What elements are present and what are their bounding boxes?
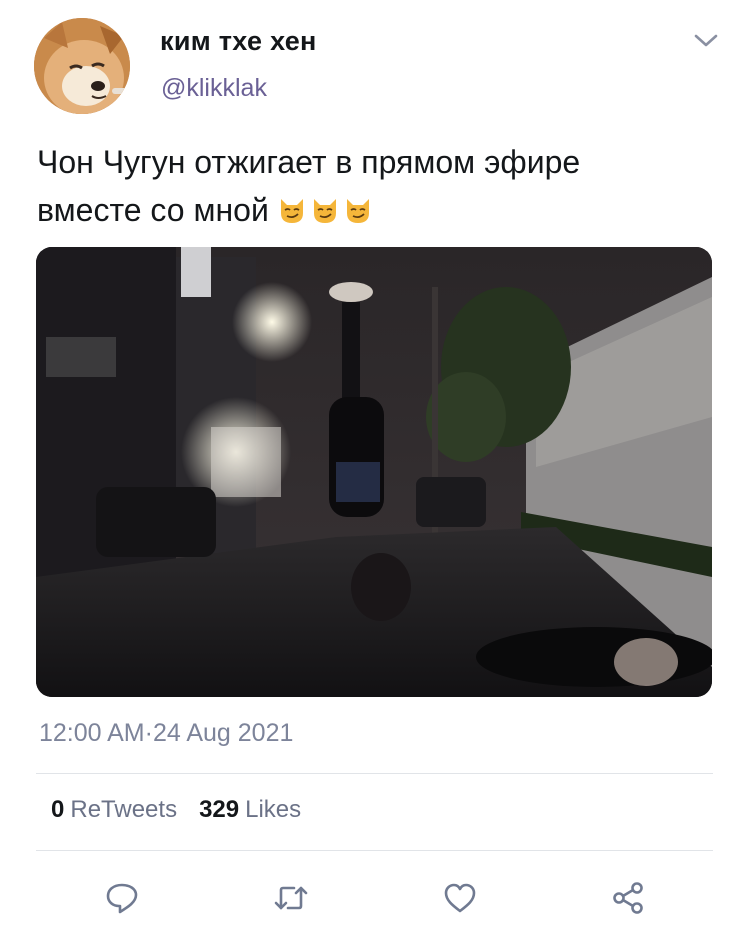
chevron-down-icon[interactable] (692, 30, 720, 52)
share-icon (613, 882, 643, 914)
emoji-group (277, 195, 373, 225)
tweet-photo[interactable] (36, 247, 712, 697)
tweet-text-line-1: Чон Чугун отжигает в прямом эфире (37, 144, 581, 180)
retweets-label[interactable]: ReTweets (70, 796, 177, 824)
avatar[interactable] (34, 18, 130, 114)
shiba-avatar-image (34, 18, 130, 114)
like-button[interactable] (438, 876, 482, 920)
retweets-count[interactable]: 0 (51, 796, 64, 824)
divider (36, 773, 713, 774)
tweet-text-line-2-content: вместе со мной (37, 192, 269, 228)
retweet-icon (274, 886, 308, 910)
tweet-stats: 0 ReTweets 329 Likes (51, 796, 301, 824)
share-button[interactable] (606, 876, 650, 920)
likes-count[interactable]: 329 (199, 796, 239, 824)
tweet-text-line-2: вместе со мной (37, 186, 717, 234)
likes-label[interactable]: Likes (245, 796, 301, 824)
tweet-timestamp[interactable]: 12:00 AM·24 Aug 2021 (39, 719, 293, 748)
smirking-cat-icon (313, 198, 336, 223)
user-handle[interactable]: @klikklak (161, 74, 267, 103)
display-name[interactable]: ким тхе хен (160, 26, 317, 57)
smirking-cat-icon (346, 198, 369, 223)
like-icon (444, 883, 476, 913)
retweet-button[interactable] (269, 876, 313, 920)
reply-icon (106, 883, 138, 914)
tweet-text: Чон Чугун отжигает в прямом эфире вместе… (37, 138, 717, 234)
reply-button[interactable] (100, 876, 144, 920)
smirking-cat-icon (280, 198, 303, 223)
divider (36, 850, 713, 851)
night-street-photo (36, 247, 712, 697)
